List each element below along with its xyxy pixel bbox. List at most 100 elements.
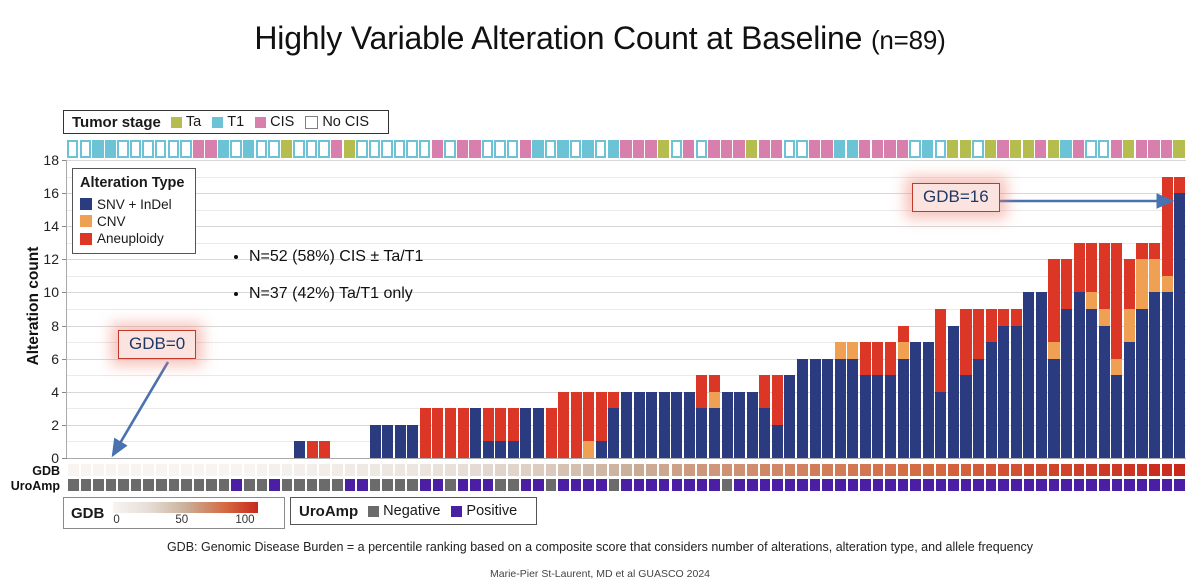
bar <box>1098 242 1110 458</box>
bar-segment <box>859 375 871 458</box>
bar <box>658 391 670 458</box>
tumor-stage-cell <box>368 140 381 158</box>
tumor-stage-cell <box>884 140 896 158</box>
bar <box>532 408 545 458</box>
tumor-stage-cell <box>129 140 142 158</box>
uroamp-cell <box>205 478 218 492</box>
bar-segment <box>495 408 507 442</box>
stage-legend-item-nocis: No CIS <box>305 114 369 130</box>
gdb-cell <box>431 463 445 477</box>
gdb-cell <box>884 463 897 477</box>
bar-segment <box>696 375 708 409</box>
bar <box>407 424 419 458</box>
bar-segment <box>532 408 545 458</box>
tumor-stage-cell <box>444 140 456 158</box>
footnote: GDB: Genomic Disease Burden = a percenti… <box>166 540 1034 554</box>
tumor-stage-cell <box>331 140 343 158</box>
alteration-legend-label-snv: SNV + InDel <box>97 196 172 212</box>
bar-segment <box>1149 242 1161 260</box>
bar <box>947 325 959 458</box>
bar-segment <box>960 375 972 458</box>
summary-bullets: N=52 (58%) CIS ± Ta/T1 N=37 (42%) Ta/T1 … <box>232 248 423 322</box>
bar-segment <box>784 375 796 458</box>
uroamp-legend-item-positive: Positive <box>451 503 517 519</box>
bar <box>470 408 482 458</box>
gdb-cell <box>230 463 243 477</box>
bar-segment <box>507 408 519 442</box>
tumor-stage-cell <box>683 140 695 158</box>
bar-segment <box>583 391 595 442</box>
gdb-cell <box>645 463 658 477</box>
tumor-stage-cell <box>1072 140 1085 158</box>
bar-segment <box>1161 176 1173 276</box>
gdb-cell <box>595 463 608 477</box>
bar <box>545 408 557 458</box>
bar <box>382 424 394 458</box>
tumor-stage-legend: Tumor stage Ta T1 CIS No CIS <box>63 110 390 134</box>
gdb-cell <box>1110 463 1124 477</box>
uroamp-cell <box>481 478 495 492</box>
bar-segment <box>520 408 532 458</box>
gdb-cell <box>255 463 269 477</box>
bar-segment <box>595 441 607 458</box>
stage-swatch-ta-icon <box>170 116 182 128</box>
tumor-stage-cell <box>720 140 733 158</box>
uroamp-cell <box>230 478 243 492</box>
bar <box>1086 242 1098 458</box>
gdb-cell <box>343 463 357 477</box>
uroamp-cell <box>419 478 432 492</box>
tumor-stage-cell <box>1173 140 1185 158</box>
uroamp-cell <box>381 478 394 492</box>
uroamp-cell <box>305 478 319 492</box>
bar-segment <box>796 358 809 458</box>
bar-segment <box>734 391 746 458</box>
uroamp-cell <box>1160 478 1174 492</box>
bar-segment <box>482 408 494 442</box>
y-axis-line <box>66 160 67 458</box>
uroamp-cell <box>859 478 872 492</box>
gdb-cell <box>393 463 407 477</box>
bar <box>444 408 456 458</box>
y-axis-tick: 8 <box>51 317 59 334</box>
gdb-cell <box>695 463 709 477</box>
tumor-stage-cell <box>1022 140 1034 158</box>
bar <box>922 342 934 458</box>
uroamp-cell <box>1110 478 1124 492</box>
bar-segment <box>998 325 1010 458</box>
bar-segment <box>1061 259 1073 309</box>
bar <box>633 391 645 458</box>
gdb-cell <box>293 463 306 477</box>
bar-segment <box>1136 259 1148 309</box>
uroamp-cell <box>129 478 143 492</box>
tumor-stage-cell <box>670 140 682 158</box>
page-title-count: (n=89) <box>870 25 946 55</box>
tumor-stage-cell <box>205 140 217 158</box>
bar-segment <box>759 375 771 409</box>
tumor-stage-cell <box>733 140 745 158</box>
tumor-stage-cell <box>393 140 406 158</box>
bar-segment <box>482 441 494 458</box>
bar-segment <box>708 391 721 409</box>
tumor-stage-cell <box>230 140 242 158</box>
uroamp-cell <box>758 478 772 492</box>
gdb-legend: GDB 0 50 100 <box>63 497 285 529</box>
uroamp-cell <box>280 478 294 492</box>
gdb-cell <box>1097 463 1111 477</box>
bar-segment <box>1123 342 1135 458</box>
bar-segment <box>470 408 482 458</box>
bar <box>620 391 633 458</box>
bar-segment <box>1010 309 1022 326</box>
gdb-cell <box>758 463 772 477</box>
uroamp-cell <box>921 478 935 492</box>
uroamp-cell <box>733 478 746 492</box>
bar-segment <box>885 342 897 376</box>
uroamp-cell <box>846 478 860 492</box>
gdb-cell <box>1009 463 1023 477</box>
gdb-cell <box>456 463 470 477</box>
bar-segment <box>608 408 620 458</box>
uroamp-cell <box>1060 478 1073 492</box>
bar <box>1136 242 1148 458</box>
tumor-stage-cell <box>758 140 770 158</box>
gdb-cell <box>859 463 872 477</box>
uroamp-cell <box>745 478 759 492</box>
